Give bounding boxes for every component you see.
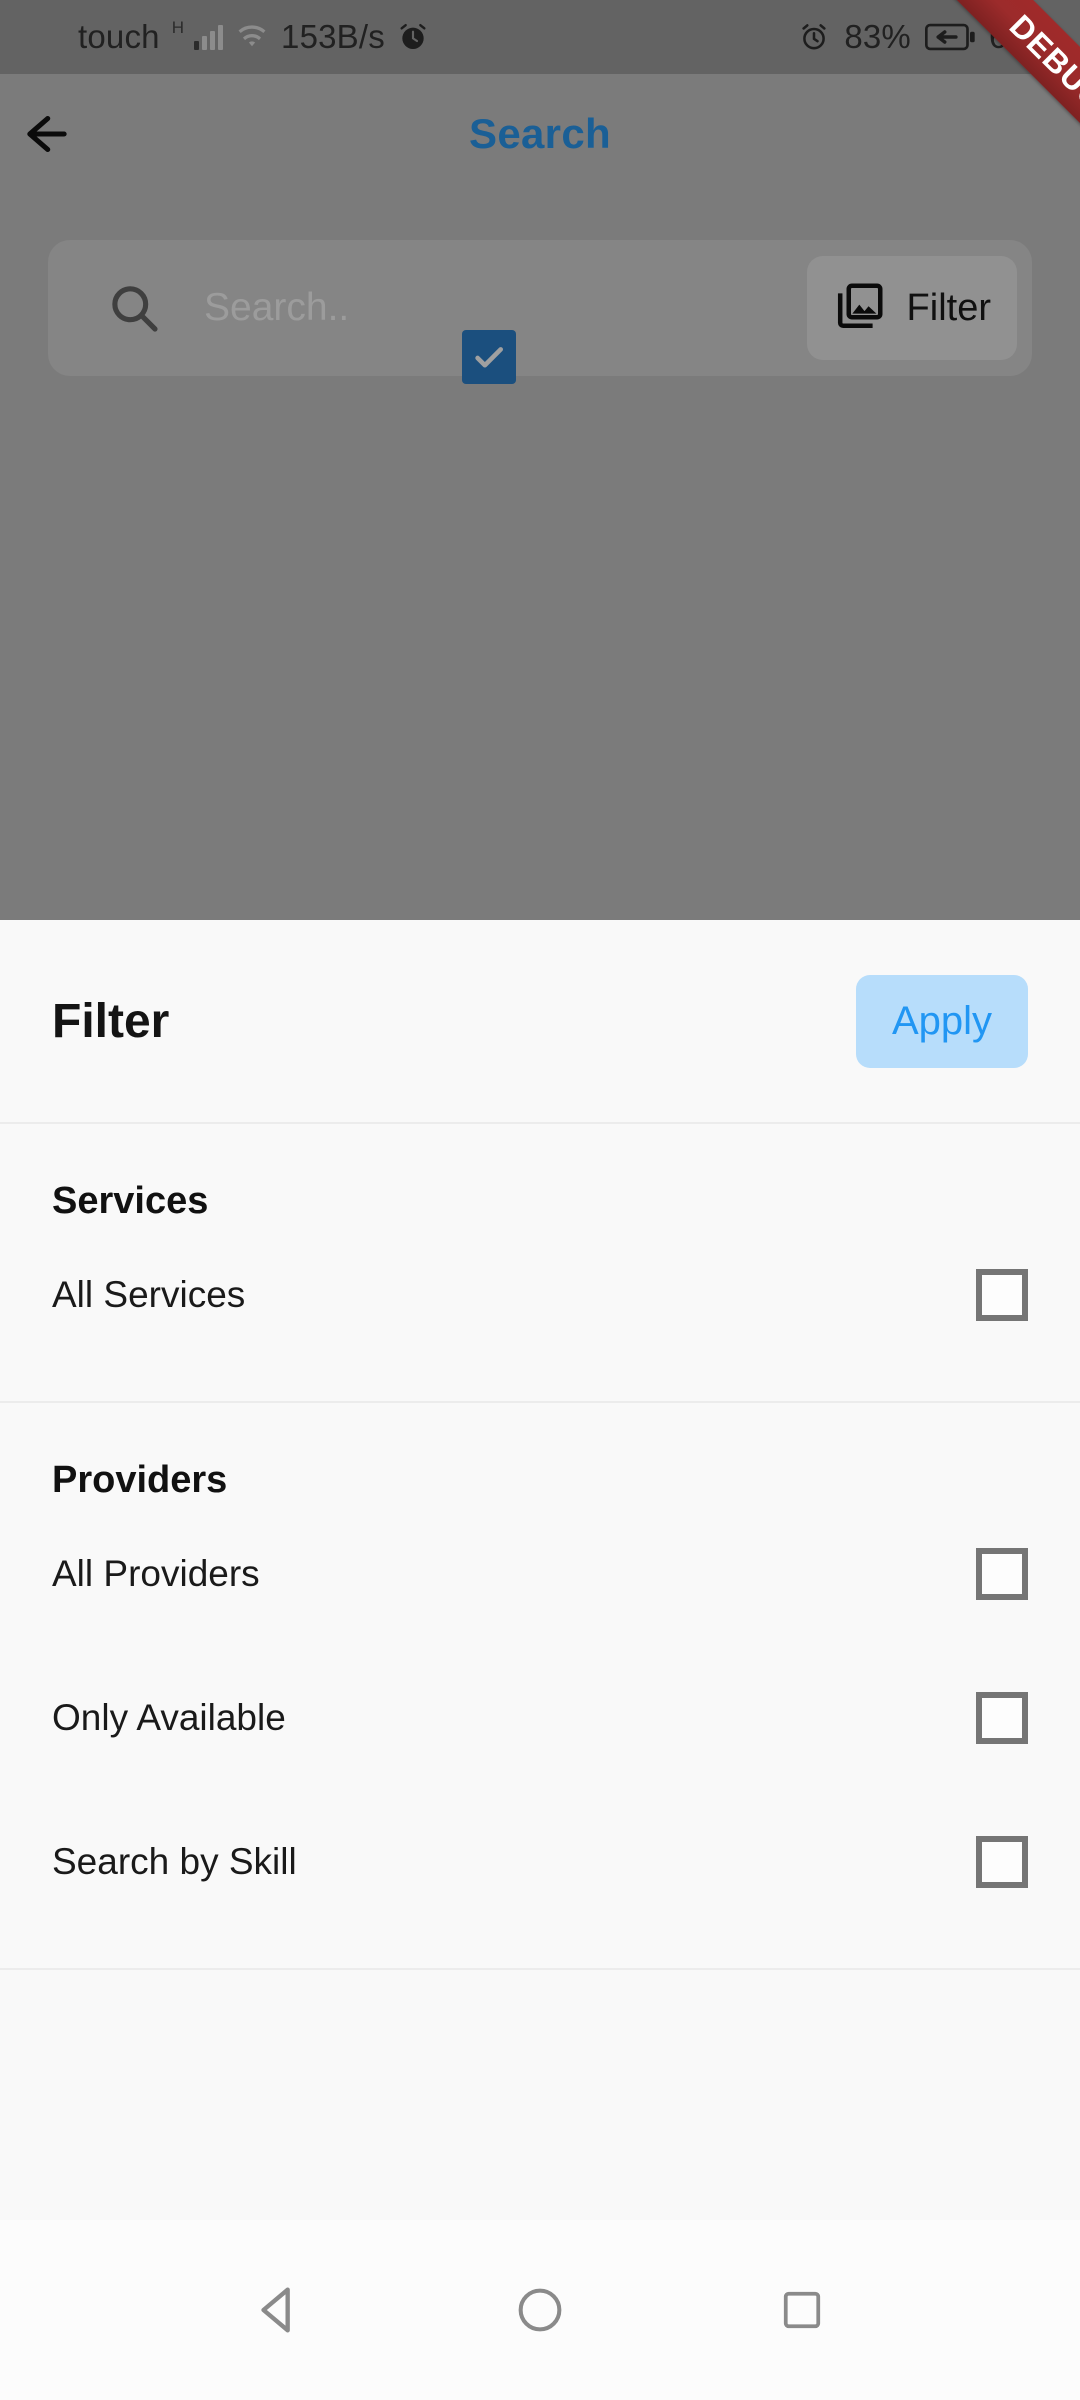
sheet-bottom-space: [0, 1970, 1080, 2166]
option-label: Only Available: [52, 1697, 286, 1738]
dimmed-search-page-scrim[interactable]: Search Search.. Filter: [0, 74, 1080, 920]
check-icon: [475, 347, 504, 368]
filter-option-only-available[interactable]: Only Available: [0, 1646, 1080, 1790]
carrier-label: touch: [78, 18, 160, 55]
checkbox-only-available[interactable]: [976, 1692, 1028, 1744]
filter-button[interactable]: Filter: [806, 256, 1017, 360]
filter-section-services: Services All Services: [0, 1124, 1080, 1403]
filter-button-label: Filter: [906, 286, 991, 329]
search-icon: [106, 280, 162, 336]
network-type-label: H: [171, 18, 185, 37]
back-button[interactable]: [0, 111, 110, 157]
option-label: All Services: [52, 1274, 246, 1315]
photo-library-icon: [833, 279, 887, 338]
signal-icon: [194, 24, 224, 50]
filter-sheet-header: Filter Apply: [0, 920, 1080, 1124]
filter-option-search-by-skill[interactable]: Search by Skill: [0, 1790, 1080, 1934]
nav-recents-button[interactable]: [747, 2255, 857, 2365]
status-bar: touch H 153B/s 83% 6:00: [0, 0, 1080, 74]
battery-percent-label: 83%: [844, 18, 911, 55]
page-title: Search: [469, 110, 611, 157]
search-input[interactable]: Search..: [204, 286, 349, 330]
filter-sheet-title: Filter: [52, 994, 170, 1048]
alarm-icon: [397, 21, 429, 53]
option-label: All Providers: [52, 1553, 260, 1594]
app-bar: Search: [0, 74, 1080, 194]
section-title-services: Services: [52, 1180, 209, 1222]
apply-button[interactable]: Apply: [855, 974, 1028, 1068]
filter-option-all-providers[interactable]: All Providers: [0, 1502, 1080, 1646]
filter-option-all-services[interactable]: All Services: [0, 1223, 1080, 1367]
background-selected-checkbox[interactable]: [462, 330, 516, 384]
checkbox-all-providers[interactable]: [976, 1548, 1028, 1600]
clock-label: 6:00: [988, 18, 1054, 55]
option-label: Search by Skill: [52, 1841, 297, 1882]
data-rate-label: 153B/s: [281, 18, 385, 55]
android-nav-bar: [0, 2220, 1080, 2400]
nav-home-button[interactable]: [485, 2255, 595, 2365]
filter-bottom-sheet: Filter Apply Services All Services Provi…: [0, 920, 1080, 2220]
battery-charging-icon: [924, 23, 975, 51]
status-bar-left: touch H 153B/s: [78, 18, 429, 56]
nav-back-button[interactable]: [223, 2255, 333, 2365]
triangle-back-icon: [261, 2287, 290, 2333]
circle-home-icon: [518, 2288, 562, 2332]
square-recents-icon: [783, 2291, 821, 2329]
alarm-clock-icon: [798, 21, 830, 53]
app-screen: touch H 153B/s 83% 6:00 Search Search.. …: [0, 0, 1080, 2400]
section-title-providers: Providers: [52, 1459, 228, 1501]
checkbox-search-by-skill[interactable]: [976, 1836, 1028, 1888]
wifi-icon: [235, 24, 269, 50]
checkbox-all-services[interactable]: [976, 1269, 1028, 1321]
filter-section-providers: Providers All Providers Only Available S…: [0, 1403, 1080, 1970]
search-bar[interactable]: Search.. Filter: [48, 240, 1032, 376]
status-bar-right: 83% 6:00: [798, 18, 1054, 56]
back-arrow-icon: [27, 115, 67, 153]
